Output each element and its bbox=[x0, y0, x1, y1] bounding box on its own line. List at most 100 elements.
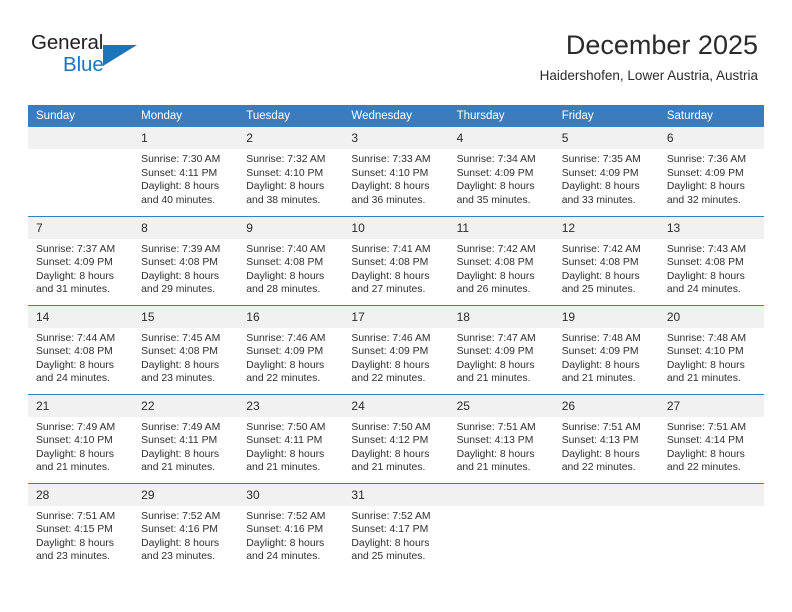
calendar-day-cell[interactable]: 14 Sunrise: 7:44 AM Sunset: 4:08 PM Dayligh… bbox=[28, 304, 134, 394]
calendar-day-cell[interactable]: 23 Sunrise: 7:50 AM Sunset: 4:11 PM Dayligh… bbox=[238, 393, 344, 483]
sunset-time: Sunset: 4:09 PM bbox=[561, 167, 639, 179]
logo-text-general: General bbox=[31, 31, 104, 54]
sunrise-time: Sunrise: 7:37 AM bbox=[36, 243, 116, 255]
day-number bbox=[448, 483, 554, 506]
day-details: Sunrise: 7:51 AM Sunset: 4:13 PM Daylight:… bbox=[554, 417, 659, 475]
daylight-duration-line2: and 24 minutes. bbox=[666, 284, 741, 296]
sunset-time: Sunset: 4:16 PM bbox=[141, 524, 218, 536]
day-details: Sunrise: 7:51 AM Sunset: 4:13 PM Daylight:… bbox=[449, 417, 554, 475]
sunrise-time: Sunrise: 7:48 AM bbox=[666, 332, 746, 344]
daylight-duration-line1: Daylight: 8 hours bbox=[456, 181, 535, 193]
sunset-time: Sunset: 4:09 PM bbox=[666, 167, 744, 179]
sunrise-sunset-calendar: Sunday Monday Tuesday Wednesday Thursday Frid… bbox=[28, 105, 764, 572]
day-number: 20 bbox=[658, 305, 764, 328]
weekday-header-thursday: Thursday bbox=[448, 105, 554, 127]
calendar-day-cell[interactable]: 16 Sunrise: 7:46 AM Sunset: 4:09 PM Dayligh… bbox=[238, 304, 344, 394]
daylight-duration-line2: and 25 minutes. bbox=[561, 284, 636, 296]
sunset-time: Sunset: 4:09 PM bbox=[351, 346, 429, 358]
day-details: Sunrise: 7:36 AM Sunset: 4:09 PM Daylight:… bbox=[659, 149, 764, 207]
weekday-header-sunday: Sunday bbox=[28, 105, 134, 127]
daylight-duration-line1: Daylight: 8 hours bbox=[561, 359, 640, 371]
sunset-time: Sunset: 4:16 PM bbox=[246, 524, 324, 536]
sunrise-time: Sunrise: 7:33 AM bbox=[351, 154, 431, 165]
daylight-duration-line2: and 32 minutes. bbox=[666, 194, 741, 206]
calendar-day-cell[interactable]: 27 Sunrise: 7:51 AM Sunset: 4:14 PM Dayligh… bbox=[658, 393, 764, 483]
calendar-day-cell[interactable]: 20 Sunrise: 7:48 AM Sunset: 4:10 PM Dayligh… bbox=[658, 304, 764, 394]
sunrise-time: Sunrise: 7:51 AM bbox=[666, 421, 746, 433]
daylight-duration-line2: and 33 minutes. bbox=[561, 194, 636, 206]
daylight-duration-line1: Daylight: 8 hours bbox=[456, 359, 535, 371]
day-details: Sunrise: 7:52 AM Sunset: 4:16 PM Daylight:… bbox=[133, 506, 238, 564]
day-number bbox=[28, 127, 134, 149]
sunrise-time: Sunrise: 7:50 AM bbox=[246, 421, 326, 433]
calendar-day-cell-empty bbox=[658, 482, 764, 572]
calendar-day-cell[interactable]: 21 Sunrise: 7:49 AM Sunset: 4:10 PM Dayligh… bbox=[28, 393, 134, 483]
daylight-duration-line1: Daylight: 8 hours bbox=[666, 181, 745, 193]
daylight-duration-line1: Daylight: 8 hours bbox=[456, 270, 535, 282]
calendar-day-cell[interactable]: 2 Sunrise: 7:32 AM Sunset: 4:10 PM Daylight… bbox=[238, 127, 344, 216]
day-number: 11 bbox=[448, 216, 554, 239]
daylight-duration-line1: Daylight: 8 hours bbox=[141, 181, 220, 193]
day-number: 9 bbox=[238, 216, 344, 239]
day-number: 26 bbox=[553, 394, 659, 417]
calendar-day-cell[interactable]: 15 Sunrise: 7:45 AM Sunset: 4:08 PM Dayligh… bbox=[133, 304, 239, 394]
calendar-day-cell[interactable]: 11 Sunrise: 7:42 AM Sunset: 4:08 PM Dayligh… bbox=[448, 215, 554, 305]
day-details: Sunrise: 7:44 AM Sunset: 4:08 PM Daylight:… bbox=[28, 328, 133, 386]
day-details: Sunrise: 7:46 AM Sunset: 4:09 PM Daylight:… bbox=[238, 328, 343, 386]
calendar-day-cell[interactable]: 30 Sunrise: 7:52 AM Sunset: 4:16 PM Dayligh… bbox=[238, 482, 344, 572]
calendar-day-cell[interactable]: 24 Sunrise: 7:50 AM Sunset: 4:12 PM Dayligh… bbox=[343, 393, 449, 483]
daylight-duration-line2: and 28 minutes. bbox=[246, 284, 321, 296]
calendar-day-cell[interactable]: 8 Sunrise: 7:39 AM Sunset: 4:08 PM Daylight… bbox=[133, 215, 239, 305]
calendar-day-cell[interactable]: 13 Sunrise: 7:43 AM Sunset: 4:08 PM Dayligh… bbox=[658, 215, 764, 305]
sunset-time: Sunset: 4:09 PM bbox=[561, 346, 639, 358]
calendar-day-cell-empty bbox=[28, 127, 134, 216]
sunset-time: Sunset: 4:08 PM bbox=[456, 257, 534, 269]
daylight-duration-line2: and 38 minutes. bbox=[246, 194, 321, 206]
daylight-duration-line2: and 21 minutes. bbox=[141, 462, 216, 474]
calendar-day-cell[interactable]: 26 Sunrise: 7:51 AM Sunset: 4:13 PM Dayligh… bbox=[553, 393, 659, 483]
daylight-duration-line1: Daylight: 8 hours bbox=[561, 270, 640, 282]
calendar-day-cell[interactable]: 12 Sunrise: 7:42 AM Sunset: 4:08 PM Dayligh… bbox=[553, 215, 659, 305]
day-number: 24 bbox=[343, 394, 449, 417]
page-header: General Blue December 2025 Haidershofen,… bbox=[28, 28, 758, 94]
calendar-day-cell[interactable]: 25 Sunrise: 7:51 AM Sunset: 4:13 PM Dayligh… bbox=[448, 393, 554, 483]
calendar-day-cell[interactable]: 19 Sunrise: 7:48 AM Sunset: 4:09 PM Dayligh… bbox=[553, 304, 659, 394]
daylight-duration-line1: Daylight: 8 hours bbox=[351, 537, 430, 549]
calendar-day-cell[interactable]: 10 Sunrise: 7:41 AM Sunset: 4:08 PM Dayligh… bbox=[343, 215, 449, 305]
calendar-day-cell[interactable]: 4 Sunrise: 7:34 AM Sunset: 4:09 PM Daylight… bbox=[448, 127, 554, 216]
day-details: Sunrise: 7:43 AM Sunset: 4:08 PM Daylight:… bbox=[659, 239, 764, 297]
calendar-day-cell[interactable]: 18 Sunrise: 7:47 AM Sunset: 4:09 PM Dayligh… bbox=[448, 304, 554, 394]
calendar-day-cell[interactable]: 29 Sunrise: 7:52 AM Sunset: 4:16 PM Dayligh… bbox=[133, 482, 239, 572]
daylight-duration-line2: and 24 minutes. bbox=[36, 373, 110, 385]
calendar-day-cell[interactable]: 22 Sunrise: 7:49 AM Sunset: 4:11 PM Dayligh… bbox=[133, 393, 239, 483]
calendar-day-cell[interactable]: 6 Sunrise: 7:36 AM Sunset: 4:09 PM Daylight… bbox=[658, 127, 764, 216]
day-number: 7 bbox=[28, 216, 134, 239]
weekday-header-tuesday: Tuesday bbox=[238, 105, 344, 127]
day-number: 8 bbox=[133, 216, 239, 239]
calendar-day-cell[interactable]: 3 Sunrise: 7:33 AM Sunset: 4:10 PM Daylight… bbox=[343, 127, 449, 216]
calendar-day-cell[interactable]: 28 Sunrise: 7:51 AM Sunset: 4:15 PM Dayligh… bbox=[28, 482, 134, 572]
calendar-day-cell[interactable]: 7 Sunrise: 7:37 AM Sunset: 4:09 PM Daylight… bbox=[28, 215, 134, 305]
calendar-day-cell[interactable]: 31 Sunrise: 7:52 AM Sunset: 4:17 PM Dayligh… bbox=[343, 482, 449, 572]
day-details: Sunrise: 7:41 AM Sunset: 4:08 PM Daylight:… bbox=[343, 239, 448, 297]
daylight-duration-line2: and 36 minutes. bbox=[351, 194, 426, 206]
calendar-day-cell[interactable]: 5 Sunrise: 7:35 AM Sunset: 4:09 PM Daylight… bbox=[553, 127, 659, 216]
daylight-duration-line1: Daylight: 8 hours bbox=[36, 359, 114, 371]
day-number: 15 bbox=[133, 305, 239, 328]
calendar-week-row: 28 Sunrise: 7:51 AM Sunset: 4:15 PM Dayligh… bbox=[28, 482, 764, 572]
daylight-duration-line2: and 23 minutes. bbox=[141, 551, 216, 563]
sunset-time: Sunset: 4:13 PM bbox=[561, 435, 639, 447]
calendar-day-cell[interactable]: 9 Sunrise: 7:40 AM Sunset: 4:08 PM Daylight… bbox=[238, 215, 344, 305]
daylight-duration-line1: Daylight: 8 hours bbox=[666, 448, 745, 460]
daylight-duration-line1: Daylight: 8 hours bbox=[561, 181, 640, 193]
daylight-duration-line2: and 21 minutes. bbox=[36, 462, 110, 474]
calendar-day-cell[interactable]: 17 Sunrise: 7:46 AM Sunset: 4:09 PM Dayligh… bbox=[343, 304, 449, 394]
daylight-duration-line2: and 21 minutes. bbox=[456, 373, 531, 385]
day-details: Sunrise: 7:39 AM Sunset: 4:08 PM Daylight:… bbox=[133, 239, 238, 297]
day-details: Sunrise: 7:46 AM Sunset: 4:09 PM Daylight:… bbox=[343, 328, 448, 386]
calendar-day-cell[interactable]: 1 Sunrise: 7:30 AM Sunset: 4:11 PM Daylight… bbox=[133, 127, 239, 216]
general-blue-logo[interactable]: General Blue bbox=[31, 31, 171, 89]
day-number: 5 bbox=[553, 127, 659, 149]
sunset-time: Sunset: 4:11 PM bbox=[141, 167, 218, 179]
sunrise-time: Sunrise: 7:47 AM bbox=[456, 332, 536, 344]
